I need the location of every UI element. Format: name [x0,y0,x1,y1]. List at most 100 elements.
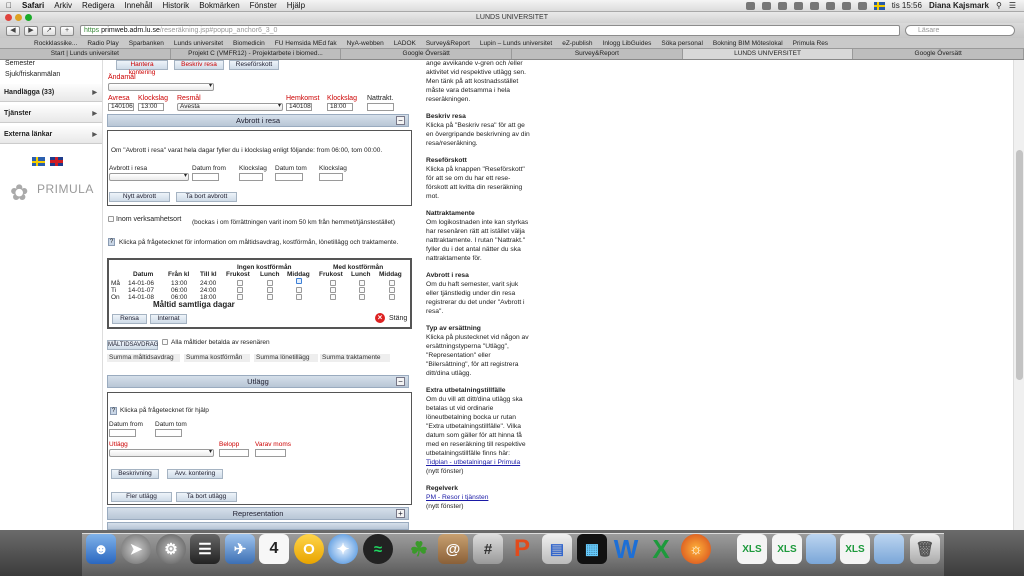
menu-bokmarken[interactable]: Bokmärken [199,1,239,10]
belopp-input[interactable] [219,449,249,457]
search-icon[interactable]: ⚲ [996,1,1002,10]
volume-icon[interactable] [841,1,851,10]
andamal-select[interactable] [108,83,214,91]
utlagg-select[interactable] [109,449,214,457]
resmal-select[interactable]: Avesta [177,103,283,111]
representation-section-header[interactable]: Representation + [107,507,409,520]
address-bar[interactable]: https primweb.adm.lu.se/reseräkning.jsp#… [80,25,900,36]
pm-resor-link[interactable]: PM - Resor i tjänsten [426,494,488,501]
utlagg-section-header[interactable]: Utlägg − [107,375,409,388]
avresa-time-input[interactable]: 13:00 [138,103,164,111]
sidebar-item-handlagga[interactable]: Handlägga (33) ▶ [0,84,102,102]
launchpad-icon[interactable]: ➤ [121,534,151,564]
apple-menu-icon[interactable]:  [6,1,12,10]
hantera-kontering-button[interactable]: Hantera kontering [116,60,168,76]
expand-icon[interactable]: + [396,509,405,518]
tidplan-link[interactable]: Tidplan - utbetalningar i Primula [426,459,520,466]
varav-moms-input[interactable] [255,449,286,457]
meal-checkbox[interactable] [389,287,395,293]
internat-button[interactable]: Internat [150,314,187,324]
meal-checkbox[interactable] [389,280,395,286]
tab-survey[interactable]: Survey&Report [512,49,683,59]
tab-google-translate-2[interactable]: Google Översätt [853,49,1024,59]
help-question-icon[interactable]: ? [108,238,115,246]
avbrott-datum-from-input[interactable] [192,173,219,181]
user-name[interactable]: Diana Kajsmark [929,1,989,10]
outlook-icon[interactable]: O [294,534,324,564]
avbrott-datum-tom-input[interactable] [275,173,303,181]
ta-bort-utlagg-button[interactable]: Ta bort utlägg [176,492,237,502]
list-icon[interactable]: ☰ [1009,1,1016,10]
hemkomst-time-input[interactable]: 18:00 [327,103,353,111]
meal-checkbox[interactable] [330,280,336,286]
tray-icon[interactable] [745,1,755,10]
sidebar-item-externa-lankar[interactable]: Externa länkar ▶ [0,126,102,144]
menu-hjalp[interactable]: Hjälp [287,1,305,10]
bookmark-item[interactable]: Biomedicin [233,40,265,47]
reseforskott-button[interactable]: Reseförskott [229,60,279,70]
spotify-icon[interactable]: ≈ [363,534,393,564]
avbrott-klockslag-from-input[interactable] [239,173,263,181]
avbrott-select[interactable] [109,173,189,181]
meal-checkbox[interactable] [296,287,302,293]
activity-monitor-icon[interactable]: ▦ [577,534,607,564]
bookmark-item[interactable]: Sparbanken [129,40,164,47]
zoom-window-button[interactable] [25,14,32,21]
bookmark-item[interactable]: Survey&Report [426,40,470,47]
excel-file-icon[interactable]: XLS [772,534,802,564]
alla-maltider-checkbox[interactable] [162,339,168,345]
close-window-button[interactable] [5,14,12,21]
tray-icon[interactable] [793,1,803,10]
meal-checkbox[interactable] [389,294,395,300]
avresa-input[interactable]: 140106 [108,103,134,111]
new-tab-button[interactable]: + [60,25,74,36]
tab-google-translate[interactable]: Google Översätt [341,49,513,59]
ta-bort-avbrott-button[interactable]: Ta bort avbrott [176,192,237,202]
meal-checkbox[interactable] [330,294,336,300]
beskrivning-button[interactable]: Beskrivning [111,469,159,479]
mail-icon[interactable]: ✈ [225,534,255,564]
clock[interactable]: tis 15:56 [892,1,922,10]
calendar-icon[interactable]: 4 [259,534,289,564]
bookmark-item[interactable]: Primula Res [793,40,828,47]
avv-kontering-button[interactable]: Avv. kontering [167,469,223,479]
utlagg-datum-tom-input[interactable] [155,429,182,437]
excel-file-icon[interactable]: XLS [840,534,870,564]
stang-button[interactable]: Stäng [389,315,407,322]
collapse-icon[interactable]: − [396,377,405,386]
system-preferences-icon[interactable]: ⚙ [156,534,186,564]
menu-arkiv[interactable]: Arkiv [54,1,72,10]
bookmark-item[interactable]: NyA-webben [347,40,384,47]
beskriv-resa-button[interactable]: Beskriv resa [174,60,224,70]
verksamhet-checkbox[interactable] [108,216,114,222]
firefox-icon[interactable]: ☼ [681,534,711,564]
nytt-avbrott-button[interactable]: Nytt avbrott [109,192,170,202]
meal-checkbox[interactable] [267,294,273,300]
utlagg-datum-from-input[interactable] [109,429,136,437]
swedish-flag-icon[interactable] [32,157,45,166]
tab-projekt[interactable]: Projekt C (VMFR12) - Projektarbete i bio… [170,49,342,59]
meal-checkbox[interactable] [237,280,243,286]
scrollbar-thumb[interactable] [1016,150,1023,380]
bookmark-item[interactable]: Bokning BIM Möteslokal [713,40,783,47]
menu-innehall[interactable]: Innehåll [124,1,152,10]
meal-checkbox[interactable] [267,287,273,293]
menu-safari[interactable]: Safari [22,1,44,10]
chart-app-icon[interactable]: ▤ [542,534,572,564]
scrollbar[interactable] [1013,60,1024,530]
tab-lunds-universitet[interactable]: LUNDS UNIVERSITET [682,49,854,59]
bookmark-item[interactable]: Söka personal [661,40,703,47]
folder-icon[interactable] [874,534,904,564]
sidebar-item-sjuk[interactable]: Sjuk/friskanmälan [0,68,102,81]
wifi-icon[interactable] [825,1,835,10]
english-flag-icon[interactable] [50,157,63,166]
bluetooth-icon[interactable] [809,1,819,10]
bookmark-item[interactable]: eZ-publish [562,40,592,47]
maltidsavdrag-button[interactable]: MÅLTIDSAVDRAG [107,340,158,350]
sidebar-item-semester[interactable]: Semester [0,60,102,68]
hemkomst-input[interactable]: 140108 [286,103,312,111]
meal-checkbox[interactable] [359,287,365,293]
reader-button[interactable]: Läsare [918,27,939,34]
menu-redigera[interactable]: Redigera [82,1,114,10]
help-question-icon[interactable]: ? [110,407,117,415]
